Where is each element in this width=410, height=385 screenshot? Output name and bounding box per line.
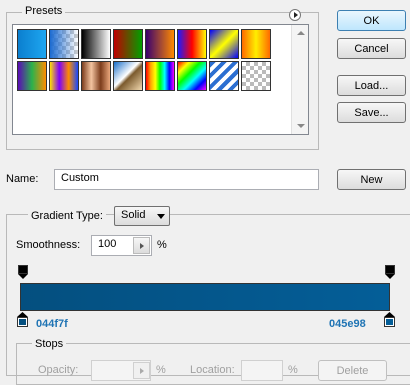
preset-swatch-transparent-checker[interactable] <box>241 61 271 91</box>
location-field[interactable] <box>241 360 283 381</box>
presets-list[interactable] <box>12 24 309 135</box>
smoothness-label: Smoothness: <box>16 239 81 251</box>
new-button[interactable]: New <box>337 169 406 190</box>
preset-swatch-yellow-violet-orange-blue[interactable] <box>49 61 79 91</box>
preset-swatch-spectrum[interactable] <box>145 61 175 91</box>
opacity-unit: % <box>156 364 166 376</box>
preset-swatch-blue-red-yellow[interactable] <box>177 29 207 59</box>
name-field[interactable]: Custom <box>54 169 319 190</box>
opacity-stop-left[interactable] <box>18 265 28 283</box>
color-stop-left[interactable] <box>17 312 28 330</box>
cancel-button[interactable]: Cancel <box>337 38 406 59</box>
scroll-down-icon[interactable] <box>297 124 305 128</box>
color-stop-right[interactable] <box>384 312 395 330</box>
preset-swatch-red-green[interactable] <box>113 29 143 59</box>
presets-scrollbar[interactable] <box>291 25 308 134</box>
preset-swatch-transparent-stripes[interactable] <box>209 61 239 91</box>
preset-swatch-copper[interactable] <box>81 61 111 91</box>
gradient-bar[interactable] <box>20 283 390 311</box>
presets-label: Presets <box>22 5 66 17</box>
scroll-up-icon[interactable] <box>297 31 305 35</box>
preset-swatch-violet-green-orange[interactable] <box>17 61 47 91</box>
preset-swatch-foreground-to-background[interactable] <box>17 29 47 59</box>
save-button[interactable]: Save... <box>337 102 406 123</box>
gradient-type-label: Gradient Type: <box>28 210 106 222</box>
preset-swatch-blue-yellow-blue[interactable] <box>209 29 239 59</box>
smoothness-stepper[interactable] <box>133 237 150 254</box>
preset-swatch-transparent-rainbow[interactable] <box>177 61 207 91</box>
preset-swatch-chrome[interactable] <box>113 61 143 91</box>
load-button[interactable]: Load... <box>337 75 406 96</box>
opacity-stop-right[interactable] <box>385 265 395 283</box>
location-label: Location: <box>190 364 235 376</box>
opacity-label: Opacity: <box>38 364 79 376</box>
gradient-type-select[interactable]: Solid <box>114 206 170 226</box>
smoothness-value: 100 <box>98 238 117 250</box>
color-stop-left-label: 044f7f <box>36 318 68 330</box>
preset-swatch-orange-yellow-orange[interactable] <box>241 29 271 59</box>
preset-swatch-foreground-to-transparent[interactable] <box>49 29 79 59</box>
preset-swatch-violet-orange[interactable] <box>145 29 175 59</box>
ok-button[interactable]: OK <box>337 10 406 31</box>
preset-swatch-black-white[interactable] <box>81 29 111 59</box>
delete-button[interactable]: Delete <box>318 360 387 381</box>
opacity-stepper[interactable] <box>133 362 150 379</box>
opacity-arrow-icon <box>140 368 144 374</box>
smoothness-unit: % <box>157 239 167 251</box>
location-unit: % <box>288 364 298 376</box>
color-stop-right-label: 045e98 <box>329 318 366 330</box>
smoothness-arrow-icon <box>140 243 144 249</box>
presets-menu-icon[interactable] <box>289 9 301 21</box>
chevron-down-icon <box>157 214 165 219</box>
gradient-type-value: Solid <box>121 209 146 221</box>
name-label: Name: <box>6 173 39 185</box>
stops-label: Stops <box>32 338 67 350</box>
